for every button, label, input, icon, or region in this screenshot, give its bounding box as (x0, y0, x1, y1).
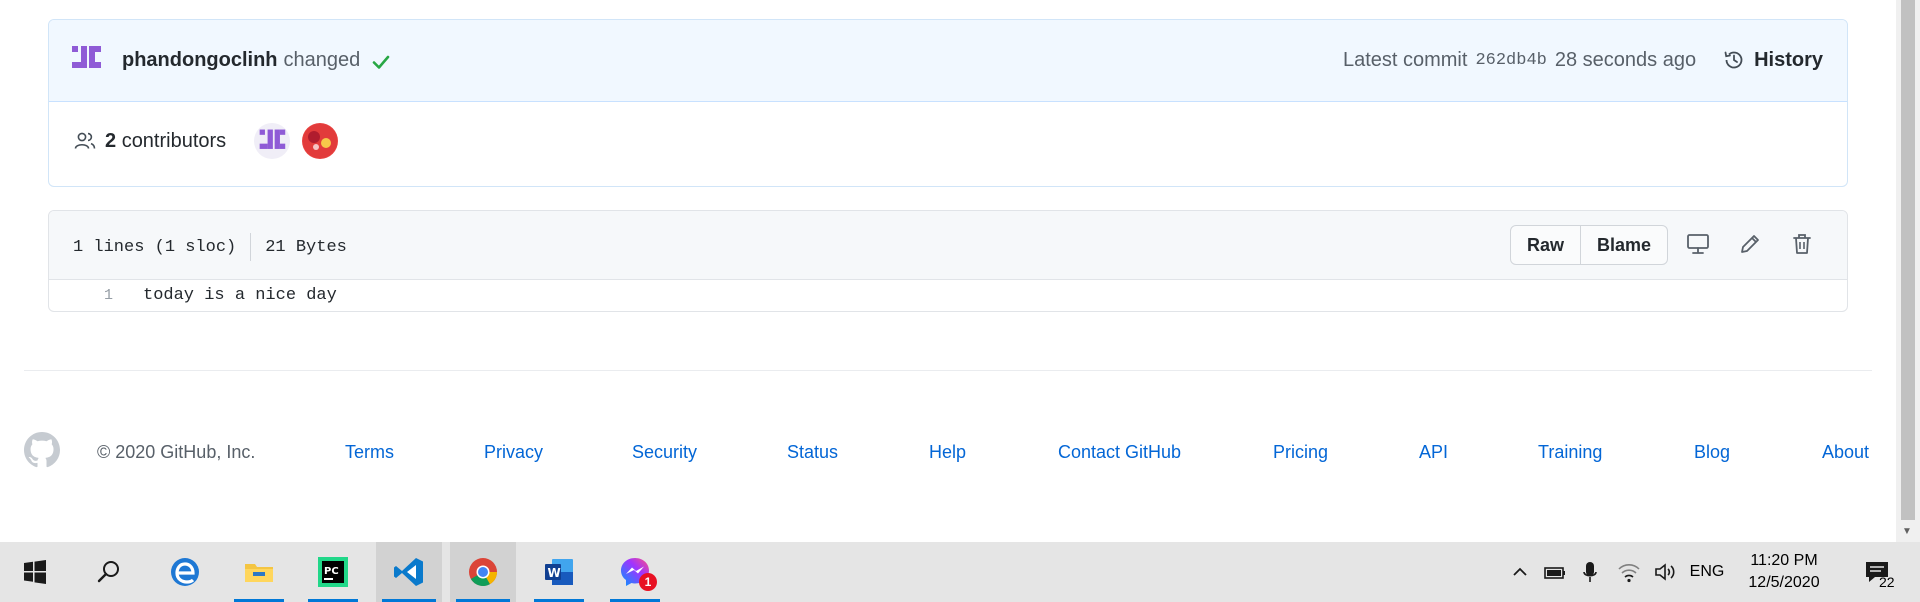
history-link[interactable]: History (1722, 48, 1823, 72)
blame-button[interactable]: Blame (1580, 226, 1667, 264)
footer-link-blog[interactable]: Blog (1694, 442, 1730, 463)
taskbar-pycharm[interactable]: PC (302, 542, 364, 602)
line-content: today is a nice day (143, 285, 337, 305)
site-footer: © 2020 GitHub, Inc. Terms Privacy Securi… (24, 432, 1896, 472)
svg-text:W: W (548, 566, 561, 580)
wifi-icon (1618, 564, 1640, 583)
desktop-icon[interactable] (1685, 231, 1711, 257)
file-actions-group: Raw Blame (1510, 225, 1669, 265)
language-label: ENG (1689, 563, 1725, 580)
taskbar-edge[interactable] (154, 542, 216, 602)
footer-link-status[interactable]: Status (787, 442, 838, 463)
trash-icon[interactable] (1789, 231, 1815, 257)
pencil-icon[interactable] (1737, 231, 1763, 257)
clock-time: 11:20 PM (1750, 552, 1818, 569)
commit-meta: Latest commit 262db4b 28 seconds ago His… (1343, 48, 1823, 72)
windows-taskbar: PC W 1 ENG 11:20 PM 12/5/2020 22 (0, 542, 1920, 602)
file-viewer: 1 lines (1 sloc) 21 Bytes Raw Blame 1 to… (48, 210, 1848, 312)
microphone-button[interactable] (1576, 542, 1604, 602)
svg-text:PC: PC (324, 566, 339, 577)
footer-divider (24, 370, 1872, 371)
contributors-row: 2 contributors (73, 123, 339, 159)
clock-date: 12/5/2020 (1748, 574, 1820, 591)
latest-commit-bar: phandongoclinh changed Latest commit 262… (49, 20, 1847, 102)
file-lines: 1 lines (1 sloc) (73, 237, 237, 257)
profile-photo-icon (303, 124, 338, 158)
clock[interactable]: 11:20 PM 12/5/2020 (1736, 550, 1832, 594)
file-size: 21 Bytes (265, 237, 347, 257)
vscode-icon (394, 558, 423, 586)
footer-link-contact[interactable]: Contact GitHub (1058, 442, 1181, 463)
author-avatar[interactable] (69, 42, 103, 76)
taskbar-chrome[interactable] (450, 542, 516, 602)
action-center-button[interactable] (1856, 542, 1898, 602)
pycharm-icon: PC (318, 557, 348, 587)
chrome-icon (469, 558, 497, 586)
search-button[interactable] (78, 542, 140, 602)
battery-icon (1544, 567, 1565, 579)
taskbar-word[interactable]: W (528, 542, 590, 602)
contributors-link[interactable]: 2 contributors (105, 130, 226, 153)
footer-link-help[interactable]: Help (929, 442, 966, 463)
vertical-scrollbar[interactable]: ▼ (1896, 0, 1920, 542)
footer-link-about[interactable]: About (1822, 442, 1869, 463)
footer-link-privacy[interactable]: Privacy (484, 442, 543, 463)
word-icon: W (545, 559, 573, 585)
scroll-down-arrow-icon[interactable]: ▼ (1902, 526, 1912, 537)
show-hidden-icons-button[interactable] (1506, 542, 1534, 602)
contributor-avatar[interactable] (254, 123, 291, 159)
taskbar-file-explorer[interactable] (228, 542, 290, 602)
commit-box: phandongoclinh changed Latest commit 262… (48, 19, 1848, 187)
people-icon (74, 132, 96, 149)
latest-commit-label: Latest commit (1342, 48, 1468, 71)
file-header: 1 lines (1 sloc) 21 Bytes Raw Blame (49, 211, 1847, 280)
identicon-icon (259, 129, 286, 149)
footer-link-terms[interactable]: Terms (345, 442, 394, 463)
footer-link-api[interactable]: API (1419, 442, 1448, 463)
contributors-label: contributors (121, 129, 227, 152)
commit-sha[interactable]: 262db4b (1475, 51, 1546, 70)
contributor-avatars (254, 123, 339, 159)
divider (250, 233, 252, 261)
taskbar-vscode[interactable] (376, 542, 442, 602)
chevron-up-icon (1513, 567, 1527, 576)
contributor-avatar[interactable] (302, 123, 339, 159)
scrollbar-thumb[interactable] (1901, 0, 1915, 520)
history-icon (1724, 51, 1743, 69)
raw-button[interactable]: Raw (1511, 226, 1580, 264)
taskbar-messenger[interactable]: 1 (604, 542, 666, 602)
folder-icon (245, 564, 273, 582)
line-number[interactable]: 1 (49, 287, 113, 304)
check-icon (372, 55, 390, 69)
commit-time: 28 seconds ago (1554, 48, 1697, 71)
code-line: 1 today is a nice day (49, 280, 1847, 310)
network-button[interactable] (1614, 542, 1644, 602)
language-indicator[interactable]: ENG (1684, 542, 1730, 602)
footer-link-pricing[interactable]: Pricing (1273, 442, 1328, 463)
contributors-count: 2 (105, 129, 117, 152)
speaker-icon (1655, 563, 1675, 581)
github-file-page: phandongoclinh changed Latest commit 262… (0, 0, 1896, 542)
volume-button[interactable] (1650, 542, 1680, 602)
messenger-badge: 1 (639, 573, 657, 591)
start-button[interactable] (4, 542, 66, 602)
edge-icon (171, 558, 199, 586)
copyright: © 2020 GitHub, Inc. (97, 442, 256, 462)
commit-author[interactable]: phandongoclinh (122, 49, 278, 72)
microphone-icon (1583, 562, 1597, 582)
github-mark-icon[interactable] (24, 432, 60, 468)
footer-link-security[interactable]: Security (632, 442, 697, 463)
notification-count: 22 (1879, 574, 1895, 590)
file-info: 1 lines (1 sloc) 21 Bytes (73, 233, 347, 261)
search-icon (97, 561, 119, 583)
tray-app-icon[interactable] (1540, 542, 1570, 602)
footer-link-training[interactable]: Training (1538, 442, 1602, 463)
commit-message[interactable]: changed (284, 49, 361, 72)
windows-logo-icon (24, 560, 46, 584)
history-label: History (1754, 48, 1823, 71)
